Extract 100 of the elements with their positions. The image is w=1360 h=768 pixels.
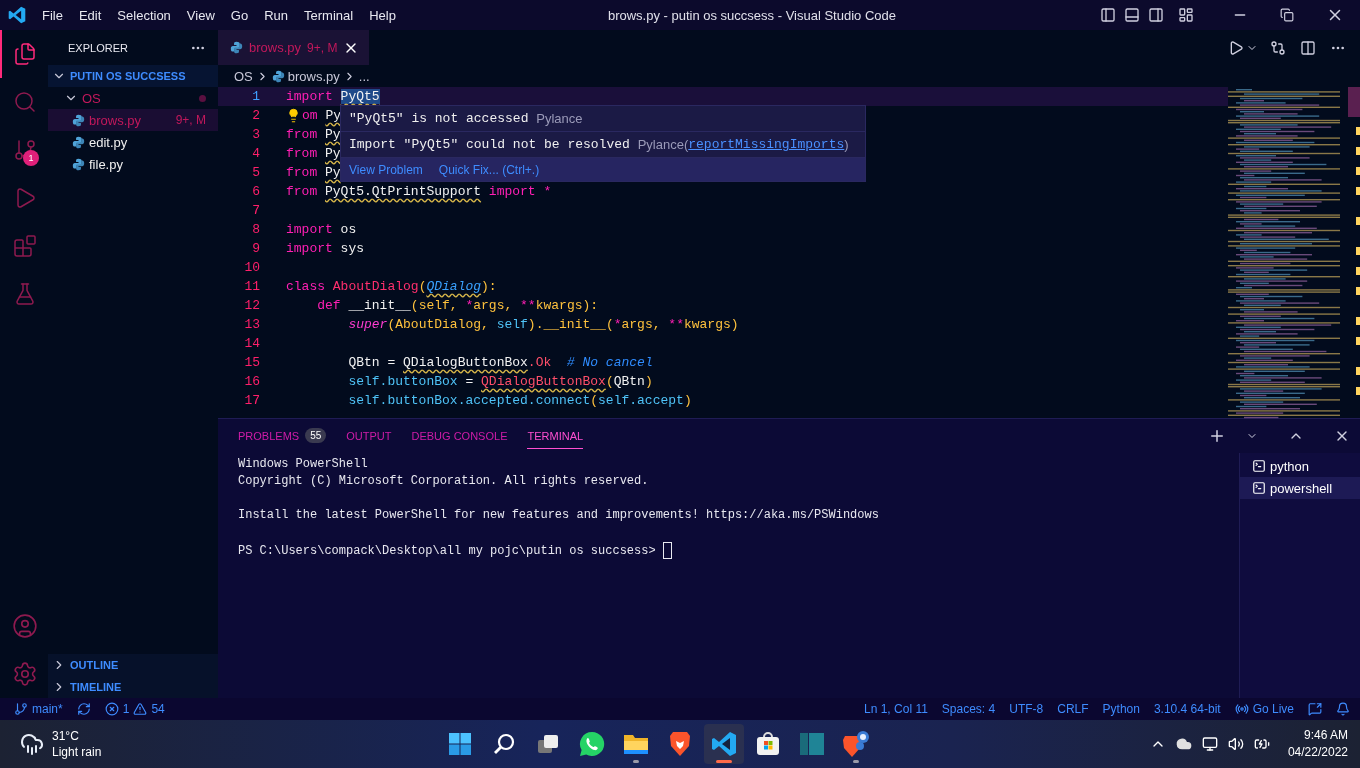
python-file-icon: [271, 69, 285, 83]
activity-button[interactable]: 1: [0, 126, 48, 174]
hover-message: "PyQt5" is not accessed Pylance: [341, 106, 865, 132]
toggle-panel-icon[interactable]: [1124, 7, 1140, 23]
line-number: 13: [243, 317, 260, 332]
rule-link[interactable]: reportMissingImports: [688, 137, 845, 152]
status-item[interactable]: CRLF: [1057, 702, 1089, 716]
code-line: class AboutDialog(QDialog):: [286, 279, 497, 294]
menu-item[interactable]: Selection: [109, 7, 179, 23]
code-line: def __init__(self, *args, **kwargs):: [316, 298, 599, 313]
panel-tab[interactable]: OUTPUT: [346, 423, 392, 449]
terminal-icon: [1252, 481, 1266, 495]
line-number: 2: [251, 108, 260, 123]
whatsapp-icon: [579, 731, 605, 757]
hover-action-link[interactable]: View Problem: [349, 162, 423, 177]
code-line: from PyQt5.QtPrintSupport import *: [286, 184, 552, 199]
code-line: QBtn = QDialogButtonBox.Ok # No cancel: [347, 355, 653, 370]
panel-tab[interactable]: PROBLEMS 55: [238, 422, 327, 450]
status-item[interactable]: Python: [1102, 702, 1140, 716]
terminal-icon: [1252, 459, 1266, 473]
menu-item[interactable]: Run: [256, 7, 296, 23]
status-item[interactable]: UTF-8: [1009, 702, 1044, 716]
line-number: 10: [243, 260, 260, 275]
terminal-list-item[interactable]: powershell: [1240, 477, 1360, 499]
panel-tab[interactable]: TERMINAL: [527, 423, 584, 449]
menu-item[interactable]: View: [178, 7, 223, 23]
menu-item[interactable]: Edit: [70, 7, 110, 23]
terminal-line: Copyright (C) Microsoft Corporation. All rights reserved.: [238, 474, 649, 488]
file-row[interactable]: brows.py 9+, M: [48, 109, 218, 131]
code-line: self.buttonBox = QDialogButtonBox(QBtn): [347, 374, 653, 389]
panel-tab[interactable]: DEBUG CONSOLE: [411, 423, 508, 449]
breadcrumb-item[interactable]: brows.py: [287, 68, 340, 84]
problems-status[interactable]: 1 54: [104, 702, 165, 716]
line-number: 6: [251, 184, 260, 199]
feedback-icon[interactable]: [1308, 702, 1322, 716]
network-icon[interactable]: [1201, 736, 1218, 752]
editor-tab[interactable]: brows.py 9+, M: [218, 30, 370, 65]
battery-icon[interactable]: [1253, 736, 1270, 752]
breadcrumb-item[interactable]: OS: [234, 68, 253, 84]
restore-icon[interactable]: [1280, 8, 1294, 22]
status-item[interactable]: 3.10.4 64-bit: [1153, 702, 1221, 716]
taskbar-app[interactable]: [704, 724, 744, 764]
warning-icon: [133, 702, 148, 716]
code-line: self.buttonBox.accepted.connect(self.accept): [347, 393, 692, 408]
branch-icon: [14, 702, 28, 716]
line-number: 8: [251, 222, 260, 237]
clock[interactable]: 9:46 AM 04/22/2022: [1287, 727, 1348, 761]
python-file-icon: [230, 41, 243, 54]
python-file-icon: [72, 157, 85, 171]
status-item[interactable]: Spaces: 4: [941, 702, 996, 716]
file-row[interactable]: edit.py: [48, 131, 218, 153]
line-number: 1: [251, 89, 260, 104]
section-header[interactable]: TIMELINE: [48, 676, 218, 698]
sidebar-title: EXPLORER: [68, 41, 128, 54]
windows-logo-icon: [448, 732, 472, 756]
file-row[interactable]: file.py: [48, 153, 218, 175]
bell-icon[interactable]: [1336, 702, 1350, 716]
line-number: 12: [243, 298, 260, 313]
folder-row[interactable]: PUTIN OS SUCCSESS: [48, 65, 218, 87]
line-number: 7: [251, 203, 260, 218]
terminal-list-item[interactable]: python: [1240, 455, 1360, 477]
line-number: 14: [243, 336, 260, 351]
section-header[interactable]: OUTLINE: [48, 654, 218, 676]
toggle-sidebar-icon[interactable]: [1100, 7, 1116, 23]
code-line: import sys: [286, 241, 364, 256]
cloud-icon[interactable]: [1175, 736, 1192, 752]
branch-icon: [13, 138, 37, 162]
temperature: 31°C: [52, 728, 80, 744]
lion-shield-icon: [668, 731, 692, 757]
toggle-secondary-sidebar-icon[interactable]: [1148, 7, 1164, 23]
hover-action-link[interactable]: Quick Fix... (Ctrl+.): [438, 162, 540, 177]
code-line: from Py: [286, 127, 341, 142]
code-line: from Py: [286, 165, 341, 180]
plus-icon[interactable]: [1208, 427, 1226, 445]
line-number: 5: [251, 165, 260, 180]
search-icon: [492, 732, 516, 756]
folder-row[interactable]: OS: [48, 87, 218, 109]
count-badge: 1: [23, 150, 39, 166]
breadcrumb-item[interactable]: ...: [358, 68, 370, 84]
files-icon: [13, 42, 37, 66]
blocks-icon: [13, 234, 37, 258]
layout-icon[interactable]: [1178, 7, 1194, 23]
terminal-cursor: [662, 542, 672, 559]
terminal-line: Windows PowerShell: [238, 457, 368, 471]
branch-status[interactable]: main*: [14, 702, 63, 716]
terminal-prompt: PS C:\Users\compack\Desktop\all my pojc\putin os succsess>: [238, 543, 656, 558]
code-line: import PyQt5: [286, 89, 380, 104]
python-file-icon: [72, 135, 85, 149]
menu-item[interactable]: Terminal: [296, 7, 362, 23]
rain-cloud-icon[interactable]: [20, 732, 44, 756]
volume-icon[interactable]: [1227, 736, 1244, 752]
menu-item[interactable]: Help: [361, 7, 404, 23]
menu-item[interactable]: Go: [222, 7, 257, 23]
menu-item[interactable]: File: [34, 7, 71, 23]
go-live-status[interactable]: Go Live: [1234, 702, 1294, 716]
sync-icon[interactable]: [76, 702, 91, 716]
status-item[interactable]: Ln 1, Col 11: [864, 702, 928, 716]
store-bag-icon: [755, 731, 781, 757]
settings-icon: [12, 661, 38, 687]
window-title: brows.py - putin os succsess - Visual Studio Code: [607, 7, 896, 23]
